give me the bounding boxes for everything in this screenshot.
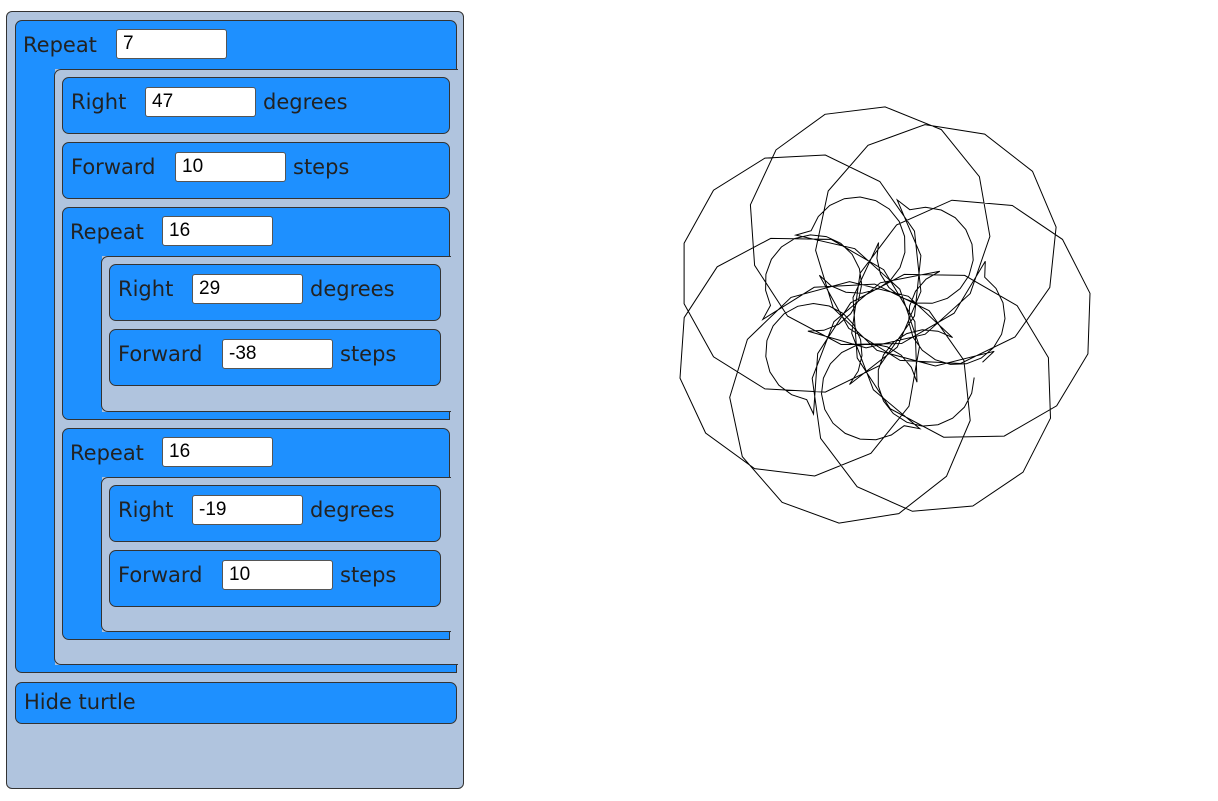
repeat-count-input[interactable]: 16 [162,216,273,246]
code-workspace[interactable]: Repeat 7 Right 47 degrees Forward 10 ste… [6,11,464,789]
degrees-label: degrees [263,90,348,114]
right-block[interactable]: Right -19 degrees [109,485,441,542]
forward-block[interactable]: Forward 10 steps [109,550,441,607]
forward-steps-input[interactable]: 10 [222,560,333,590]
turtle-drawing-canvas [679,106,1091,524]
repeat-block-b[interactable]: Repeat 16 Right -19 degrees Forward 10 s… [62,428,451,640]
repeat-label: Repeat [23,33,97,57]
forward-block[interactable]: Forward -38 steps [109,329,441,386]
turtle-path [679,106,1091,524]
repeat-label: Repeat [70,220,144,244]
repeat-block-a[interactable]: Repeat 16 Right 29 degrees Forward -38 s… [62,207,451,420]
repeat-count-input[interactable]: 16 [162,437,273,467]
forward-label: Forward [71,155,156,179]
repeat-count-input[interactable]: 7 [116,29,227,59]
right-degrees-input[interactable]: 47 [145,87,256,117]
degrees-label: degrees [310,277,395,301]
repeat-label: Repeat [70,441,144,465]
repeat-block-outer[interactable]: Repeat 7 Right 47 degrees Forward 10 ste… [15,20,458,673]
hide-turtle-block[interactable]: Hide turtle [15,682,457,724]
steps-label: steps [293,155,350,179]
forward-label: Forward [118,342,203,366]
right-block[interactable]: Right 47 degrees [62,77,450,134]
right-label: Right [118,498,174,522]
steps-label: steps [340,342,397,366]
steps-label: steps [340,563,397,587]
hide-turtle-label: Hide turtle [24,690,136,714]
forward-steps-input[interactable]: 10 [175,152,286,182]
forward-block[interactable]: Forward 10 steps [62,142,450,199]
forward-steps-input[interactable]: -38 [222,339,333,369]
forward-label: Forward [118,563,203,587]
right-degrees-input[interactable]: 29 [192,274,303,304]
right-degrees-input[interactable]: -19 [192,495,303,525]
degrees-label: degrees [310,498,395,522]
right-block[interactable]: Right 29 degrees [109,264,441,321]
right-label: Right [118,277,174,301]
right-label: Right [71,90,127,114]
